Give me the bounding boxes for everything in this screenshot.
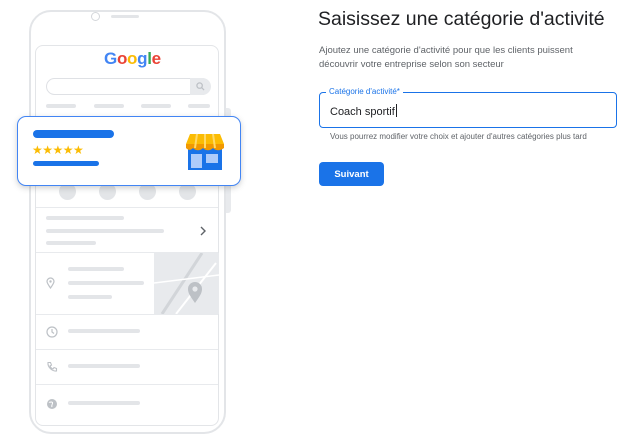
google-logo: Google	[104, 49, 161, 68]
placeholder-line	[141, 104, 171, 108]
placeholder-line	[94, 104, 124, 108]
storefront-icon	[184, 132, 226, 177]
placeholder-line	[68, 295, 112, 299]
illustration-search-bar	[46, 78, 210, 95]
phone-speaker	[111, 15, 139, 18]
divider	[36, 314, 218, 315]
category-input-label: Catégorie d'activité*	[326, 86, 403, 97]
placeholder-line	[46, 104, 76, 108]
business-info-bar	[33, 161, 99, 166]
search-icon	[190, 78, 211, 95]
placeholder-line	[68, 267, 124, 271]
placeholder-line	[46, 229, 164, 233]
globe-icon	[46, 397, 58, 415]
phone-icon	[46, 360, 58, 378]
business-name-bar	[33, 130, 114, 138]
page-description: Ajoutez une catégorie d'activité pour qu…	[319, 45, 573, 70]
category-input-text: Coach sportif	[330, 106, 395, 118]
text-caret	[395, 104, 397, 117]
next-button[interactable]: Suivant	[319, 162, 384, 186]
phone-camera-icon	[91, 12, 100, 21]
divider	[36, 207, 218, 208]
phone-screen	[35, 45, 219, 426]
page-title: Saisissez une catégorie d'activité	[318, 8, 605, 30]
placeholder-line	[68, 329, 140, 333]
divider	[36, 384, 218, 385]
placeholder-line	[68, 364, 140, 368]
location-pin-icon	[46, 276, 55, 294]
placeholder-line	[46, 241, 96, 245]
rating-stars: ★★★★★	[32, 143, 84, 157]
clock-icon	[46, 325, 58, 343]
divider	[36, 349, 218, 350]
chevron-right-icon	[199, 223, 207, 241]
category-input-value[interactable]: Coach sportif	[330, 104, 397, 118]
placeholder-line	[68, 281, 144, 285]
map-pin-icon	[186, 280, 204, 309]
placeholder-line	[46, 216, 124, 220]
placeholder-line	[68, 401, 140, 405]
helper-text: Vous pourrez modifier votre choix et ajo…	[330, 132, 587, 141]
placeholder-line	[188, 104, 210, 108]
